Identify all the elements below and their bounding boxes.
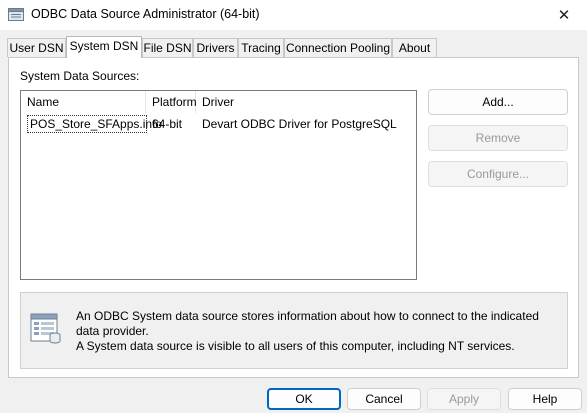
list-header: Name Platform Driver [21, 91, 416, 113]
close-icon[interactable]: ✕ [541, 0, 587, 30]
window-title: ODBC Data Source Administrator (64-bit) [31, 7, 260, 21]
tab-drivers[interactable]: Drivers [193, 38, 238, 57]
system-data-sources-list[interactable]: Name Platform Driver POS_Store_SFApps.in… [20, 90, 417, 280]
column-header-driver[interactable]: Driver [196, 91, 416, 113]
cancel-button[interactable]: Cancel [347, 388, 421, 410]
tab-tracing[interactable]: Tracing [238, 38, 284, 57]
configure-button[interactable]: Configure... [428, 161, 568, 187]
column-header-platform[interactable]: Platform [146, 91, 197, 113]
add-button[interactable]: Add... [428, 89, 568, 115]
ok-button[interactable]: OK [267, 388, 341, 410]
tab-user-dsn[interactable]: User DSN [7, 38, 66, 57]
tab-file-dsn[interactable]: File DSN [142, 38, 193, 57]
remove-button[interactable]: Remove [428, 125, 568, 151]
info-line-1: An ODBC System data source stores inform… [76, 309, 539, 338]
tab-about[interactable]: About [392, 38, 437, 57]
title-bar: ODBC Data Source Administrator (64-bit) … [0, 0, 587, 30]
tab-connection-pooling[interactable]: Connection Pooling [284, 38, 392, 57]
odbc-app-icon [8, 7, 24, 22]
data-source-icon [29, 311, 63, 345]
dsn-driver-cell: Devart ODBC Driver for PostgreSQL [202, 117, 397, 131]
info-description: An ODBC System data source stores inform… [76, 309, 561, 354]
tab-system-dsn[interactable]: System DSN [66, 36, 142, 58]
column-header-name[interactable]: Name [21, 91, 146, 113]
help-button[interactable]: Help [508, 388, 582, 410]
dsn-platform-cell: 64-bit [152, 117, 183, 131]
info-line-2: A System data source is visible to all u… [76, 339, 515, 353]
apply-button[interactable]: Apply [427, 388, 501, 410]
list-item[interactable]: POS_Store_SFApps.info 64-bit Devart ODBC… [22, 115, 415, 133]
dsn-name-cell: POS_Store_SFApps.info [27, 115, 162, 133]
info-box: An ODBC System data source stores inform… [20, 292, 568, 369]
system-dsn-panel: System Data Sources: Name Platform Drive… [8, 57, 579, 378]
system-data-sources-label: System Data Sources: [20, 69, 140, 83]
